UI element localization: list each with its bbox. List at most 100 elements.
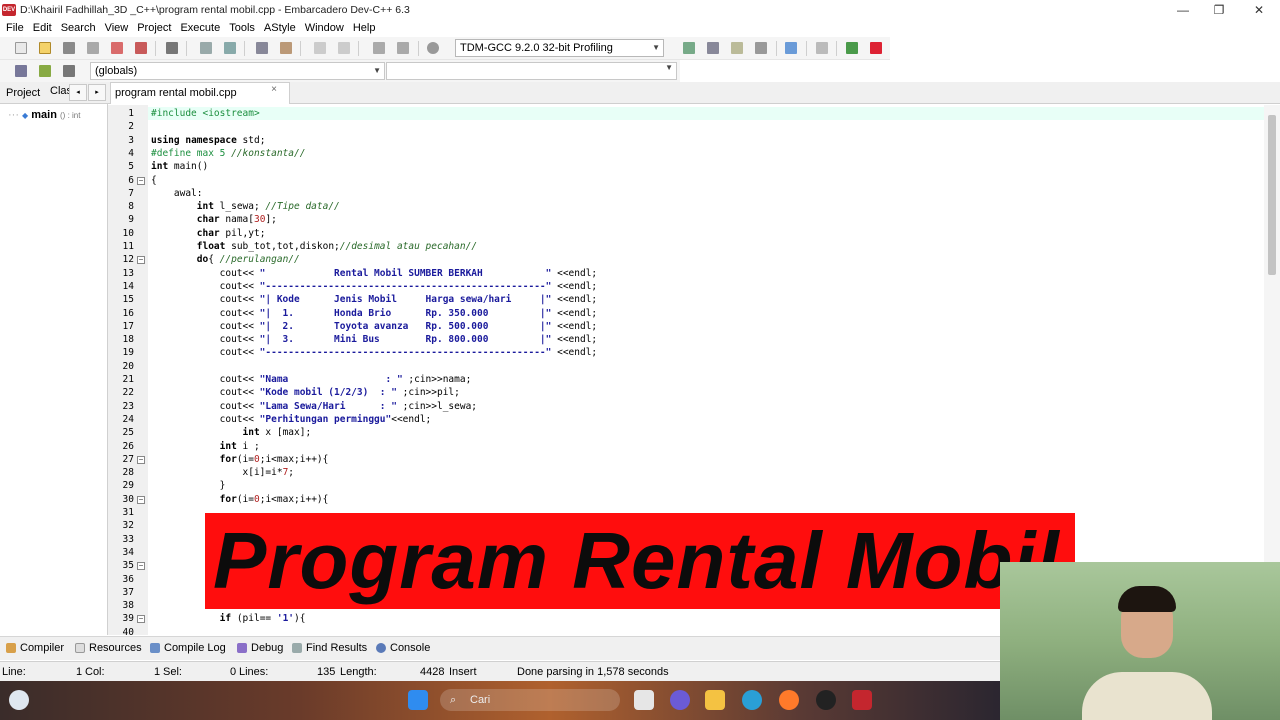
tab-resources[interactable]: Resources — [75, 642, 142, 654]
line-number: 8 — [128, 201, 134, 213]
redo-icon[interactable] — [338, 42, 350, 54]
unindent-icon[interactable] — [280, 42, 292, 54]
tab-project[interactable]: Project — [6, 87, 40, 99]
check-syntax-icon[interactable] — [785, 42, 797, 54]
toggle-bookmark-icon[interactable] — [39, 65, 51, 77]
toolbar-separator — [155, 41, 156, 56]
grid-view-icon[interactable] — [755, 42, 767, 54]
line-number: 15 — [122, 294, 134, 306]
find-icon[interactable] — [200, 42, 212, 54]
print-icon[interactable] — [166, 42, 178, 54]
save-icon[interactable] — [63, 42, 75, 54]
project-options-icon[interactable] — [707, 42, 719, 54]
line-number: 23 — [122, 400, 134, 412]
obs-icon[interactable] — [816, 690, 836, 710]
tab-scroll-right-icon[interactable]: ▸ — [88, 84, 106, 101]
tab-console[interactable]: Console — [376, 642, 430, 654]
tab-label: Console — [390, 642, 431, 654]
scrollbar-thumb[interactable] — [1268, 115, 1276, 275]
bookmark-next-icon[interactable] — [397, 42, 409, 54]
menu-tools[interactable]: Tools — [225, 22, 260, 34]
fold-toggle-icon[interactable]: − — [137, 176, 145, 185]
menu-search[interactable]: Search — [57, 22, 101, 34]
fold-toggle-icon[interactable]: − — [137, 256, 145, 265]
line-number: 14 — [122, 280, 134, 292]
project-panel: Project Clas ◂ ▸ ··· ◆ main () : int — [0, 82, 108, 635]
compiler-select[interactable]: TDM-GCC 9.2.0 32-bit Profiling ▼ — [455, 39, 664, 57]
task-view-icon[interactable] — [634, 690, 654, 710]
fold-toggle-icon[interactable]: − — [137, 495, 145, 504]
code-line: if (pil== '1'){ — [219, 613, 306, 625]
line-number: 17 — [122, 320, 134, 332]
code-line: int main() — [151, 161, 209, 173]
edge-icon[interactable] — [742, 690, 762, 710]
taskbar-search[interactable]: ⌕ Cari — [440, 689, 620, 711]
save-all-icon[interactable] — [87, 42, 99, 54]
menu-help[interactable]: Help — [349, 22, 381, 34]
line-number: 19 — [122, 347, 134, 359]
tree-item-signature: () : int — [60, 111, 81, 120]
toolbar-separator — [418, 41, 419, 56]
new-file-icon[interactable] — [15, 42, 27, 54]
code-line: for(i=0;i<max;i++){ — [219, 453, 329, 465]
menu-astyle[interactable]: AStyle — [260, 22, 301, 34]
tab-find-results[interactable]: Find Results — [292, 642, 367, 654]
line-number: 13 — [122, 267, 134, 279]
profile-chart-icon[interactable] — [846, 42, 858, 54]
debug-icon[interactable] — [870, 42, 882, 54]
fold-toggle-icon[interactable]: − — [137, 455, 145, 464]
indent-icon[interactable] — [256, 42, 268, 54]
abort-icon[interactable] — [816, 42, 828, 54]
insert-icon[interactable] — [15, 65, 27, 77]
goto-line-icon[interactable] — [427, 42, 439, 54]
scope-select[interactable]: (globals) ▼ — [90, 62, 385, 80]
firefox-icon[interactable] — [779, 690, 799, 710]
fold-toggle-icon[interactable]: − — [137, 562, 145, 571]
menu-execute[interactable]: Execute — [176, 22, 225, 34]
code-line: cout<< "Kode mobil (1/2/3) : " ;cin>>pil… — [151, 387, 460, 399]
tab-program-rental-mobil[interactable]: program rental mobil.cpp × — [110, 82, 290, 104]
undo-icon[interactable] — [314, 42, 326, 54]
menu-project[interactable]: Project — [133, 22, 176, 34]
tab-label: Compiler — [20, 642, 65, 654]
function-select[interactable]: ▼ — [386, 62, 677, 80]
vertical-scrollbar[interactable] — [1264, 105, 1280, 635]
status-bar: Line: 1 Col: 1 Sel: 0 Lines: 135 Length:… — [0, 661, 1000, 681]
replace-icon[interactable] — [224, 42, 236, 54]
tab-close-icon[interactable]: × — [271, 84, 277, 95]
devcpp-taskbar-icon[interactable] — [852, 690, 872, 710]
line-number: 25 — [122, 427, 134, 439]
scope-select-value: (globals) — [95, 65, 138, 77]
new-project-icon[interactable] — [683, 42, 695, 54]
menu-edit[interactable]: Edit — [29, 22, 57, 34]
tab-scroll-left-icon[interactable]: ◂ — [69, 84, 87, 101]
tab-compiler[interactable]: Compiler — [6, 642, 64, 654]
teams-icon[interactable] — [670, 690, 690, 710]
open-file-icon[interactable] — [39, 42, 51, 54]
banner-title: Program Rental Mobil — [213, 516, 1060, 605]
menu-file[interactable]: File — [2, 22, 29, 34]
find-results-icon — [292, 643, 302, 653]
minimize-button[interactable]: — — [1164, 0, 1202, 19]
close-button[interactable]: ✕ — [1240, 0, 1278, 19]
start-icon[interactable] — [408, 690, 428, 710]
menu-window[interactable]: Window — [301, 22, 349, 34]
widgets-icon[interactable] — [9, 690, 29, 710]
close-all-icon[interactable] — [135, 42, 147, 54]
bookmark-prev-icon[interactable] — [373, 42, 385, 54]
search-icon: ⌕ — [450, 694, 457, 706]
tab-compile-log[interactable]: Compile Log — [150, 642, 226, 654]
close-file-icon[interactable] — [111, 42, 123, 54]
goto-bookmark-icon[interactable] — [63, 65, 75, 77]
tree-item-main[interactable]: ··· ◆ main () : int — [8, 109, 80, 121]
tab-debug[interactable]: Debug — [237, 642, 283, 654]
code-line: cout<< "Nama : " ;cin>>nama; — [151, 374, 472, 385]
line-number: 16 — [122, 307, 134, 319]
line-number: 32 — [122, 520, 134, 532]
maximize-button[interactable]: ❐ — [1200, 0, 1238, 19]
panel-tabs: Project Clas ◂ ▸ — [0, 82, 108, 104]
file-explorer-icon[interactable] — [705, 690, 725, 710]
menu-view[interactable]: View — [101, 22, 134, 34]
fold-toggle-icon[interactable]: − — [137, 615, 145, 624]
class-browser-icon[interactable] — [731, 42, 743, 54]
